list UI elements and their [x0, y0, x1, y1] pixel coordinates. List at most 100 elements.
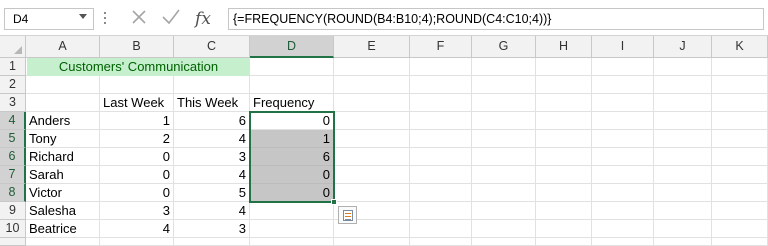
- grid-cell[interactable]: [174, 238, 250, 246]
- check-icon[interactable]: [160, 8, 182, 30]
- formula-input[interactable]: {=FREQUENCY(ROUND(B4:B10;4);ROUND(C4:C10…: [228, 8, 764, 30]
- grid-cell[interactable]: [654, 130, 712, 148]
- row-header-10[interactable]: 10: [0, 220, 26, 238]
- grid-cell[interactable]: [472, 184, 536, 202]
- grid-cell[interactable]: [26, 94, 100, 112]
- grid-cell[interactable]: [536, 202, 592, 220]
- grid-cell[interactable]: [536, 166, 592, 184]
- grid-cell[interactable]: [712, 148, 768, 166]
- grid-cell[interactable]: [536, 94, 592, 112]
- grid-cell[interactable]: [712, 220, 768, 238]
- frequency-cell[interactable]: 6: [250, 148, 334, 166]
- column-header-f[interactable]: F: [410, 36, 472, 58]
- column-header-a[interactable]: A: [26, 36, 100, 58]
- grid-cell[interactable]: [334, 148, 410, 166]
- grid-cell[interactable]: [100, 238, 174, 246]
- grid-cell[interactable]: [410, 202, 472, 220]
- grid-cell[interactable]: [334, 184, 410, 202]
- grid-cell[interactable]: [654, 184, 712, 202]
- grid-cell[interactable]: [410, 130, 472, 148]
- grid-cell[interactable]: [174, 76, 250, 94]
- name-cell[interactable]: Richard: [26, 148, 100, 166]
- grid-cell[interactable]: [654, 202, 712, 220]
- grid-cell[interactable]: [410, 166, 472, 184]
- header-last-week[interactable]: Last Week: [100, 94, 174, 112]
- grid-cell[interactable]: [592, 112, 654, 130]
- row-header-1[interactable]: 1: [0, 58, 26, 76]
- grid-cell[interactable]: [654, 220, 712, 238]
- grid-cell[interactable]: [592, 94, 654, 112]
- column-header-e[interactable]: E: [334, 36, 410, 58]
- column-header-g[interactable]: G: [472, 36, 536, 58]
- grid-cell[interactable]: [250, 202, 334, 220]
- grid-cell[interactable]: [100, 76, 174, 94]
- name-cell[interactable]: Victor: [26, 184, 100, 202]
- quick-analysis-button[interactable]: [338, 206, 357, 224]
- grid-cell[interactable]: [472, 220, 536, 238]
- grid-cell[interactable]: [712, 166, 768, 184]
- last-week-cell[interactable]: 0: [100, 148, 174, 166]
- frequency-cell[interactable]: 1: [250, 130, 334, 148]
- chevron-down-icon[interactable]: [79, 14, 87, 19]
- last-week-cell[interactable]: 2: [100, 130, 174, 148]
- grid-cell[interactable]: [592, 130, 654, 148]
- column-header-k[interactable]: K: [712, 36, 768, 58]
- row-header-3[interactable]: 3: [0, 94, 26, 112]
- last-week-cell[interactable]: 0: [100, 184, 174, 202]
- grid-cell[interactable]: [654, 94, 712, 112]
- grid-cell[interactable]: [334, 76, 410, 94]
- grid-cell[interactable]: [712, 76, 768, 94]
- last-week-cell[interactable]: 4: [100, 220, 174, 238]
- name-cell[interactable]: Tony: [26, 130, 100, 148]
- grid-cell[interactable]: [410, 148, 472, 166]
- grid-cell[interactable]: [472, 148, 536, 166]
- grid-cell[interactable]: [712, 94, 768, 112]
- this-week-cell[interactable]: 4: [174, 166, 250, 184]
- row-header-8[interactable]: 8: [0, 184, 26, 202]
- grid-cell[interactable]: [654, 76, 712, 94]
- grid-cell[interactable]: [592, 166, 654, 184]
- grid-cell[interactable]: [712, 238, 768, 246]
- grid-cell[interactable]: [26, 76, 100, 94]
- this-week-cell[interactable]: 6: [174, 112, 250, 130]
- grid-cell[interactable]: [712, 202, 768, 220]
- grid-cell[interactable]: [410, 94, 472, 112]
- grid-cell[interactable]: [536, 130, 592, 148]
- grid-cell[interactable]: [536, 220, 592, 238]
- row-header-9[interactable]: 9: [0, 202, 26, 220]
- grid-cell[interactable]: [654, 112, 712, 130]
- grid-cell[interactable]: [410, 58, 472, 76]
- column-header-i[interactable]: I: [592, 36, 654, 58]
- title-cell[interactable]: Customers' Communication: [27, 58, 250, 76]
- cancel-x-icon[interactable]: [128, 8, 150, 30]
- grid-cell[interactable]: [654, 58, 712, 76]
- row-header-4[interactable]: 4: [0, 112, 26, 130]
- name-box[interactable]: D4: [4, 8, 94, 30]
- grid-cell[interactable]: [334, 166, 410, 184]
- header-frequency[interactable]: Frequency: [250, 94, 334, 112]
- this-week-cell[interactable]: 3: [174, 148, 250, 166]
- select-all-corner[interactable]: [0, 36, 26, 58]
- grid-cell[interactable]: [472, 76, 536, 94]
- grid-cell[interactable]: [410, 238, 472, 246]
- grid-cell[interactable]: [250, 58, 334, 76]
- name-cell[interactable]: Sarah: [26, 166, 100, 184]
- column-header-c[interactable]: C: [174, 36, 250, 58]
- row-header-7[interactable]: 7: [0, 166, 26, 184]
- this-week-cell[interactable]: 4: [174, 130, 250, 148]
- grid-cell[interactable]: [472, 202, 536, 220]
- grid-cell[interactable]: [654, 238, 712, 246]
- grid-cell[interactable]: [334, 238, 410, 246]
- row-header-11[interactable]: [0, 238, 26, 246]
- fill-handle[interactable]: [331, 199, 337, 205]
- grid-cell[interactable]: [592, 76, 654, 94]
- name-cell[interactable]: Salesha: [26, 202, 100, 220]
- name-cell[interactable]: Beatrice: [26, 220, 100, 238]
- grid-cell[interactable]: [712, 58, 768, 76]
- frequency-cell[interactable]: 0: [250, 166, 334, 184]
- name-cell[interactable]: Anders: [26, 112, 100, 130]
- grid-cell[interactable]: [592, 184, 654, 202]
- row-header-6[interactable]: 6: [0, 148, 26, 166]
- header-this-week[interactable]: This Week: [174, 94, 250, 112]
- grid-cell[interactable]: [592, 148, 654, 166]
